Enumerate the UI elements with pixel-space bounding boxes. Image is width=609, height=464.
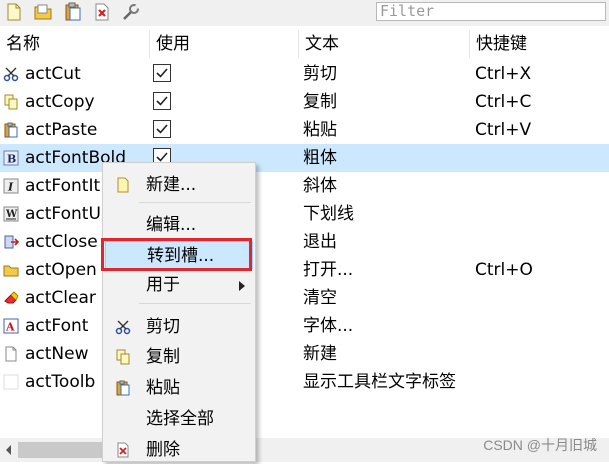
used-checkbox[interactable] — [153, 120, 171, 138]
action-shortcut: Ctrl+V — [475, 120, 532, 140]
menu-item[interactable]: 新建... — [105, 171, 253, 199]
filter-input[interactable]: Filter — [376, 2, 606, 21]
delete-icon[interactable] — [92, 2, 112, 22]
menu-item-label: 新建... — [146, 175, 197, 195]
action-shortcut — [475, 284, 605, 312]
menu-item[interactable]: 用于 — [105, 271, 253, 299]
action-text: 字体... — [303, 316, 354, 336]
action-text: 下划线 — [303, 204, 354, 224]
svg-text:W: W — [5, 209, 18, 220]
action-text: 新建 — [303, 344, 337, 364]
action-text: 清空 — [303, 288, 337, 308]
new-document-icon — [3, 346, 19, 362]
menu-item-label: 复制 — [146, 347, 180, 367]
menu-item[interactable]: 复制 — [105, 343, 253, 371]
table-row[interactable]: BactFontBold 粗体 — [0, 144, 609, 172]
exit-icon — [3, 234, 20, 250]
menu-item[interactable]: 删除 — [105, 436, 253, 464]
menu-item[interactable]: 粘贴 — [105, 374, 253, 402]
menu-item-label: 粘贴 — [146, 378, 180, 398]
used-checkbox[interactable] — [153, 92, 171, 110]
blank-icon — [3, 374, 19, 390]
column-header-used[interactable]: 使用 — [150, 30, 299, 58]
column-header-shortcut[interactable]: 快捷键 — [470, 30, 609, 58]
action-text: 退出 — [303, 232, 337, 252]
table-row[interactable]: actToolb 显示工具栏文字标签 — [0, 368, 609, 396]
copy-icon — [3, 94, 19, 110]
paste-icon — [115, 380, 131, 396]
new-document-icon — [115, 177, 131, 193]
menu-item-label: 删除 — [146, 440, 180, 460]
menu-item-label: 剪切 — [146, 317, 180, 337]
menu-item-label: 选择全部 — [146, 409, 214, 429]
action-shortcut — [475, 340, 605, 368]
table-row[interactable]: AactFont 字体... — [0, 312, 609, 340]
table-row[interactable]: actCut 剪切 Ctrl+X — [0, 60, 609, 88]
action-text: 复制 — [303, 92, 337, 112]
toolbar: Filter — [0, 0, 609, 26]
action-text: 粗体 — [303, 148, 337, 168]
menu-item[interactable]: 选择全部 — [105, 405, 253, 433]
paste-icon[interactable] — [63, 2, 83, 22]
table-header: 名称 使用 文本 快捷键 — [0, 30, 609, 58]
svg-text:I: I — [7, 181, 14, 194]
action-shortcut — [475, 312, 605, 340]
eraser-icon — [3, 290, 19, 306]
context-menu: 新建... 编辑... 转到槽... 用于 剪切 复制 粘贴 选择全部 删除 — [102, 162, 256, 462]
action-name: actCut — [25, 64, 81, 84]
table-row[interactable]: actCopy 复制 Ctrl+C — [0, 88, 609, 116]
table-row[interactable]: actNew 新建 — [0, 340, 609, 368]
menu-separator — [139, 303, 251, 304]
table-row[interactable]: actOpen 打开... Ctrl+O — [0, 256, 609, 284]
action-shortcut — [475, 200, 605, 228]
action-shortcut — [475, 144, 605, 172]
action-shortcut — [475, 368, 605, 396]
scroll-left-icon[interactable] — [1, 442, 17, 458]
menu-item-label: 编辑... — [146, 215, 197, 235]
action-text: 粘贴 — [303, 120, 337, 140]
table-row[interactable]: WactFontU 下划线 — [0, 200, 609, 228]
action-text: 剪切 — [303, 64, 337, 84]
bold-icon: B — [3, 150, 19, 166]
action-shortcut — [475, 228, 605, 256]
svg-text:A: A — [5, 321, 15, 334]
action-shortcut: Ctrl+X — [475, 64, 532, 84]
underline-icon: W — [3, 206, 19, 222]
highlight-annotation — [101, 238, 252, 271]
submenu-arrow-icon — [239, 281, 245, 291]
scissors-icon — [3, 66, 19, 82]
action-shortcut: Ctrl+C — [475, 92, 532, 112]
table-row[interactable]: actPaste 粘贴 Ctrl+V — [0, 116, 609, 144]
font-icon: A — [3, 318, 19, 334]
delete-icon — [115, 442, 131, 458]
column-header-text[interactable]: 文本 — [299, 30, 470, 58]
copy-icon — [115, 349, 131, 365]
action-text: 显示工具栏文字标签 — [303, 372, 456, 392]
action-text: 斜体 — [303, 176, 337, 196]
scissors-icon — [115, 319, 131, 335]
italic-icon: I — [3, 178, 19, 194]
open-folder-icon[interactable] — [33, 2, 53, 22]
menu-separator — [139, 202, 251, 203]
svg-text:B: B — [7, 153, 16, 166]
wrench-icon[interactable] — [121, 2, 141, 22]
new-document-icon[interactable] — [4, 2, 24, 22]
table-row[interactable]: actClear 清空 — [0, 284, 609, 312]
table-row[interactable]: actClose 退出 — [0, 228, 609, 256]
used-checkbox[interactable] — [153, 64, 171, 82]
action-shortcut — [475, 172, 605, 200]
table-row[interactable]: IactFontIt 斜体 — [0, 172, 609, 200]
menu-item-label: 用于 — [146, 275, 180, 295]
action-text: 打开... — [303, 260, 354, 280]
menu-item[interactable]: 编辑... — [105, 211, 253, 239]
paste-icon — [3, 122, 19, 138]
folder-icon — [3, 262, 19, 278]
column-header-name[interactable]: 名称 — [0, 30, 150, 58]
action-shortcut: Ctrl+O — [475, 260, 533, 280]
action-name: actCopy — [25, 92, 95, 112]
menu-item[interactable]: 剪切 — [105, 313, 253, 341]
action-name: actPaste — [25, 120, 98, 140]
watermark: CSDN @十月旧城 — [483, 437, 597, 453]
